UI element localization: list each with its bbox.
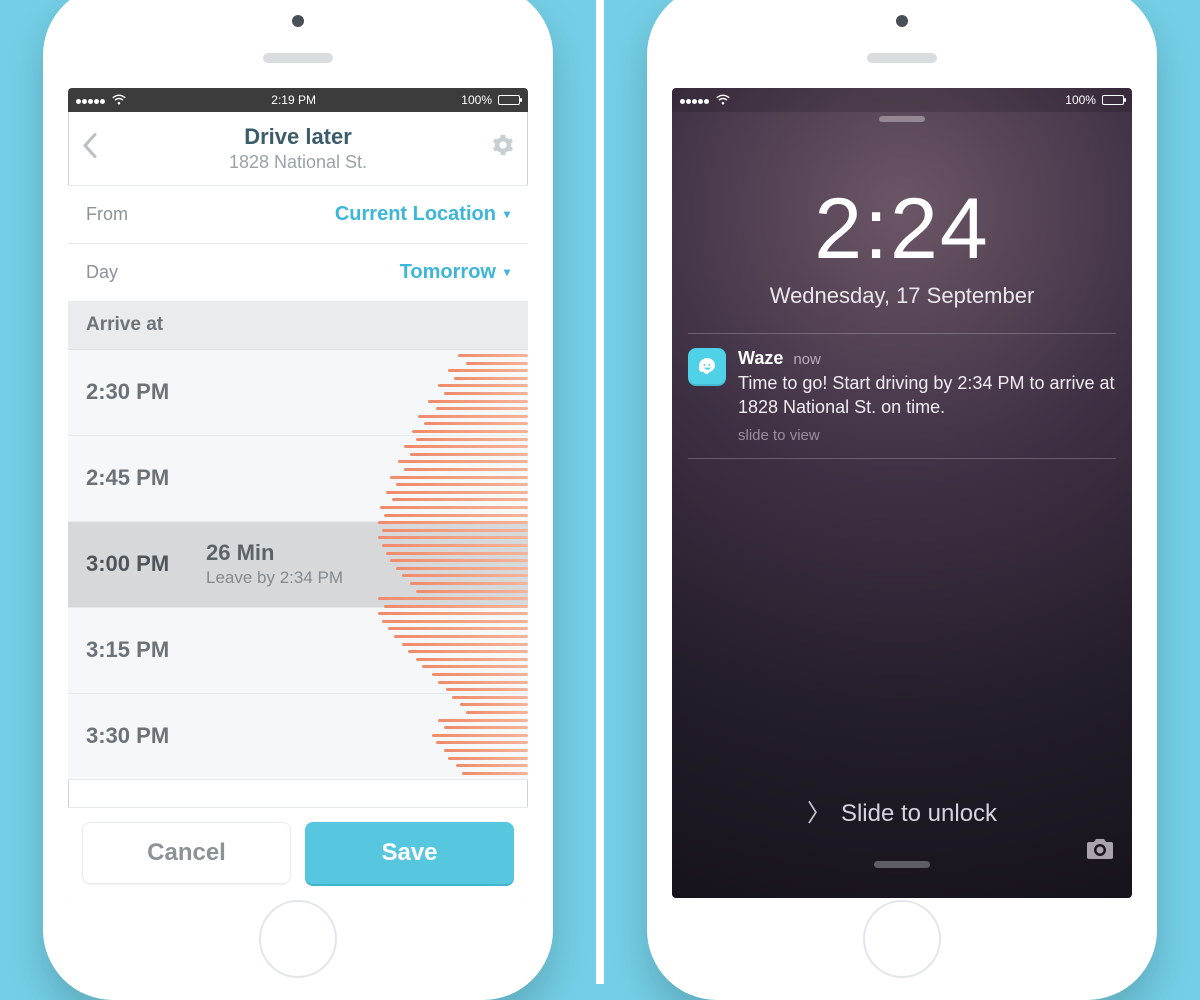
battery-percent: 100%	[461, 93, 492, 107]
time-label: 2:30 PM	[86, 379, 206, 405]
notification-app: Waze	[738, 348, 783, 369]
screen-lockscreen: 100% 2:24 Wednesday, 17 September Waze	[672, 88, 1132, 898]
phone-earpiece	[867, 53, 937, 63]
notification-card[interactable]: Waze now Time to go! Start driving by 2:…	[688, 348, 1116, 445]
status-bar: 100%	[672, 88, 1132, 112]
chevron-down-icon: ▾	[504, 207, 510, 221]
settings-button[interactable]	[492, 134, 514, 162]
wifi-icon	[716, 94, 730, 105]
page-subtitle: 1828 National St.	[229, 152, 367, 173]
signal-dots-icon	[76, 93, 106, 107]
chevron-right-icon: 〉	[807, 800, 831, 827]
page-header: Drive later 1828 National St.	[68, 112, 528, 186]
time-picker[interactable]: 2:30 PM 2:45 PM 3:00 PM26 MinLeave by 2:34…	[68, 350, 528, 780]
divider	[688, 333, 1116, 334]
battery-icon	[1102, 95, 1124, 105]
selected-time-detail: 26 MinLeave by 2:34 PM	[206, 540, 343, 588]
from-value: Current Location	[335, 203, 496, 226]
day-value: Tomorrow	[400, 261, 496, 284]
from-label: From	[86, 204, 128, 225]
time-row[interactable]: 3:30 PM	[68, 694, 528, 780]
back-button[interactable]	[82, 133, 98, 164]
divider	[688, 458, 1116, 459]
time-row[interactable]: 2:30 PM	[68, 350, 528, 436]
notification-text: Time to go! Start driving by 2:34 PM to …	[738, 371, 1116, 420]
time-row[interactable]: 3:15 PM	[68, 608, 528, 694]
status-bar: 2:19 PM 100%	[68, 88, 528, 112]
time-row[interactable]: 2:45 PM	[68, 436, 528, 522]
phone-earpiece	[263, 53, 333, 63]
notification-slide-hint: slide to view	[738, 427, 1116, 444]
signal-dots-icon	[680, 93, 710, 107]
lock-date: Wednesday, 17 September	[672, 283, 1132, 309]
battery-icon	[498, 95, 520, 105]
footer-buttons: Cancel Save	[68, 807, 528, 898]
page-title: Drive later	[229, 124, 367, 150]
day-label: Day	[86, 262, 118, 283]
status-time: 2:19 PM	[271, 93, 316, 107]
battery-percent: 100%	[1065, 93, 1096, 107]
time-label: 3:30 PM	[86, 723, 206, 749]
phone-mock-right: 100% 2:24 Wednesday, 17 September Waze	[647, 0, 1157, 1000]
from-row[interactable]: From Current Location ▾	[68, 186, 528, 244]
time-row[interactable]: 3:00 PM26 MinLeave by 2:34 PM	[68, 522, 528, 608]
time-label: 3:15 PM	[86, 637, 206, 663]
home-button[interactable]	[863, 900, 941, 978]
lock-time: 2:24	[672, 180, 1132, 279]
time-label: 3:00 PM	[86, 551, 206, 577]
wifi-icon	[112, 94, 126, 105]
cancel-button[interactable]: Cancel	[82, 822, 291, 884]
bottom-grabber[interactable]	[874, 861, 930, 868]
phone-camera	[896, 15, 908, 27]
home-button[interactable]	[259, 900, 337, 978]
notification-time: now	[793, 351, 821, 368]
camera-icon[interactable]	[1086, 837, 1114, 868]
top-grabber[interactable]	[879, 116, 925, 122]
day-row[interactable]: Day Tomorrow ▾	[68, 244, 528, 302]
arrive-at-header: Arrive at	[68, 302, 528, 350]
chevron-down-icon: ▾	[504, 265, 510, 279]
waze-app-icon	[688, 348, 726, 386]
phone-mock-left: 2:19 PM 100% Drive later 1828 National S…	[43, 0, 553, 1000]
phone-camera	[292, 15, 304, 27]
time-label: 2:45 PM	[86, 465, 206, 491]
slide-to-unlock[interactable]: 〉Slide to unlock	[672, 793, 1132, 828]
save-button[interactable]: Save	[305, 822, 514, 884]
screen-drive-later: 2:19 PM 100% Drive later 1828 National S…	[68, 88, 528, 898]
